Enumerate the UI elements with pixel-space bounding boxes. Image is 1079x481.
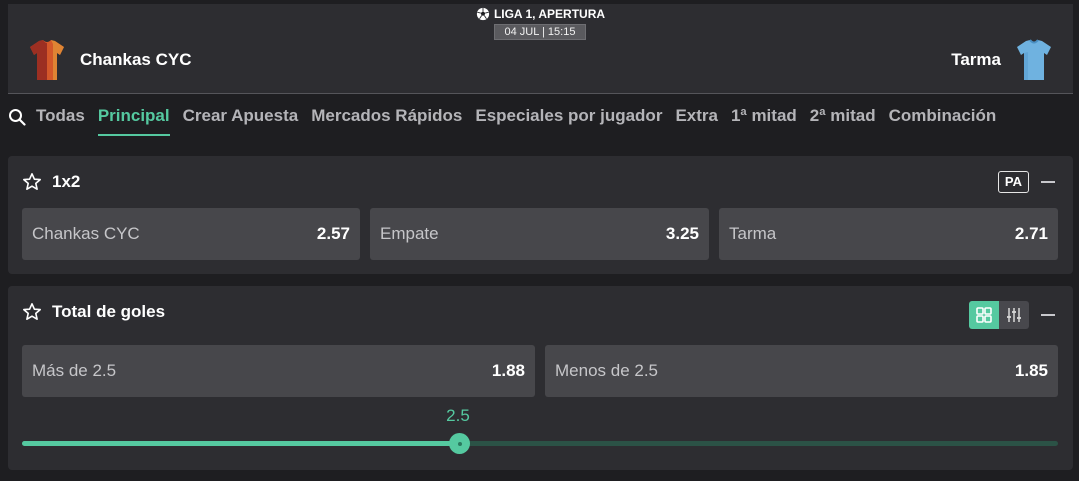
tab-mercados-rapidos[interactable]: Mercados Rápidos (311, 100, 462, 136)
slider-value-label: 2.5 (446, 406, 470, 425)
odds-button-home[interactable]: Chankas CYC 2.57 (22, 208, 360, 260)
odds-value: 1.85 (1014, 361, 1048, 380)
collapse-icon[interactable] (1041, 314, 1055, 316)
soccer-ball-icon (476, 7, 490, 21)
slider-thumb[interactable] (449, 433, 471, 454)
outcome-label: Tarma (729, 224, 777, 243)
outcome-label: Empate (380, 224, 439, 243)
home-team-name: Chankas CYC (80, 50, 192, 69)
slider-fill (22, 441, 460, 446)
league-name: LIGA 1, APERTURA (493, 7, 606, 21)
home-jersey-icon (30, 40, 64, 80)
odds-button-draw[interactable]: Empate 3.25 (370, 208, 709, 260)
home-team: Chankas CYC (28, 38, 191, 82)
odds-button-over[interactable]: Más de 2.5 1.88 (22, 345, 535, 397)
market-tabs: Todas Principal Crear Apuesta Mercados R… (8, 100, 1009, 136)
match-header: LIGA 1, APERTURA 04 JUL | 15:15 Chankas … (8, 4, 1073, 94)
match-date: 04 JUL | 15:15 (494, 24, 586, 40)
tab-especiales-por-jugador[interactable]: Especiales por jugador (475, 100, 662, 136)
away-team-name: Tarma (951, 50, 1001, 69)
away-team: Tarma (951, 38, 1053, 82)
star-icon[interactable] (22, 302, 42, 322)
goal-line-slider[interactable] (22, 433, 1058, 454)
tab-combinacion[interactable]: Combinación (889, 100, 997, 136)
outcome-label: Menos de 2.5 (555, 361, 659, 380)
slider-view-button[interactable] (999, 301, 1029, 329)
market-1x2: 1x2 PA Chankas CYC 2.57 Empate 3.25 Tarm… (8, 156, 1073, 274)
odds-value: 3.25 (665, 224, 699, 243)
tab-extra[interactable]: Extra (675, 100, 718, 136)
market-header: 1x2 (22, 170, 80, 194)
tab-todas[interactable]: Todas (36, 100, 85, 136)
pa-badge[interactable]: PA (997, 171, 1029, 193)
market-title: Total de goles (52, 302, 166, 321)
odds-button-away[interactable]: Tarma 2.71 (719, 208, 1058, 260)
outcome-label: Chankas CYC (32, 224, 140, 243)
search-icon[interactable] (8, 108, 26, 126)
sliders-icon (1007, 308, 1021, 322)
away-jersey-icon (1017, 39, 1051, 80)
grid-view-button[interactable] (969, 301, 999, 329)
odds-value: 2.71 (1014, 224, 1048, 243)
view-toggle-group (969, 301, 1029, 329)
odds-value: 2.57 (316, 224, 350, 243)
market-title: 1x2 (52, 172, 81, 191)
league-label: LIGA 1, APERTURA (8, 6, 1073, 22)
collapse-icon[interactable] (1041, 181, 1055, 183)
odds-value: 1.88 (491, 361, 525, 380)
tab-principal[interactable]: Principal (97, 100, 170, 136)
outcome-label: Más de 2.5 (32, 361, 117, 380)
tab-segunda-mitad[interactable]: 2ª mitad (810, 100, 876, 136)
market-header: Total de goles (22, 300, 165, 324)
odds-button-under[interactable]: Menos de 2.5 1.85 (545, 345, 1058, 397)
tab-crear-apuesta[interactable]: Crear Apuesta (183, 100, 299, 136)
market-total-goals: Total de goles Más de 2.5 1.88 Menos de … (8, 286, 1073, 470)
grid-icon (976, 307, 992, 323)
star-icon[interactable] (22, 172, 42, 192)
tab-primera-mitad[interactable]: 1ª mitad (731, 100, 797, 136)
thumb-grip (457, 441, 462, 446)
